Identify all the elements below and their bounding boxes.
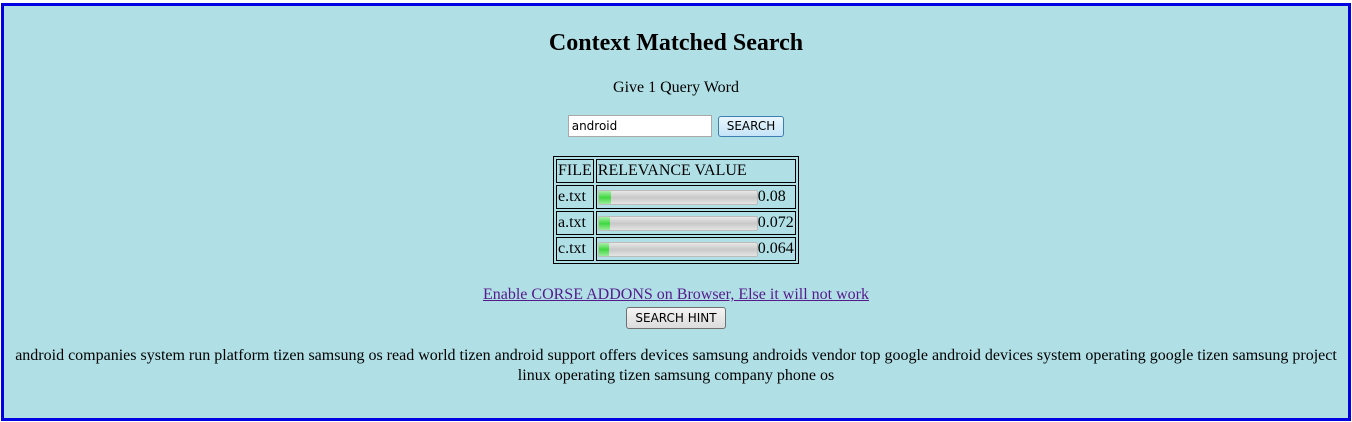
cors-addons-link[interactable]: Enable CORSE ADDONS on Browser, Else it … bbox=[483, 286, 869, 303]
search-hint-button[interactable]: SEARCH HINT bbox=[626, 307, 726, 329]
file-name: a.txt bbox=[556, 211, 594, 235]
relevance-cell: 0.072 bbox=[595, 211, 796, 235]
search-button[interactable]: SEARCH bbox=[717, 115, 785, 137]
relevance-value: 0.072 bbox=[757, 214, 794, 231]
page-frame: Context Matched Search Give 1 Query Word… bbox=[1, 3, 1351, 421]
relevance-bar-fill bbox=[598, 190, 612, 204]
relevance-bar bbox=[597, 241, 758, 257]
file-name: e.txt bbox=[556, 185, 594, 209]
table-row: c.txt 0.064 bbox=[556, 237, 796, 261]
file-name: c.txt bbox=[556, 237, 594, 261]
table-row: e.txt 0.08 bbox=[556, 185, 796, 209]
page-title: Context Matched Search bbox=[548, 30, 804, 56]
hint-row: SEARCH HINT bbox=[4, 307, 1348, 329]
relevance-bar-fill bbox=[598, 216, 611, 230]
file-column-header: FILE bbox=[556, 159, 594, 183]
relevance-value: 0.08 bbox=[757, 188, 786, 205]
table-header-row: FILE RELEVANCE VALUE bbox=[556, 159, 796, 183]
relevance-column-header: RELEVANCE VALUE bbox=[595, 159, 796, 183]
relevance-cell: 0.08 bbox=[595, 185, 796, 209]
relevance-cell: 0.064 bbox=[595, 237, 796, 261]
relevance-bar-fill bbox=[598, 242, 609, 256]
relevance-bar bbox=[597, 215, 758, 231]
relevance-bar bbox=[597, 189, 758, 205]
search-row: SEARCH bbox=[4, 115, 1348, 137]
search-input[interactable] bbox=[567, 115, 712, 137]
cors-link-row: Enable CORSE ADDONS on Browser, Else it … bbox=[4, 286, 1348, 304]
relevance-value: 0.064 bbox=[757, 240, 794, 257]
hint-words: android companies system run platform ti… bbox=[15, 347, 1337, 384]
query-prompt: Give 1 Query Word bbox=[613, 79, 739, 96]
results-table: FILE RELEVANCE VALUE e.txt 0.08 a.txt 0.… bbox=[553, 156, 799, 264]
table-row: a.txt 0.072 bbox=[556, 211, 796, 235]
